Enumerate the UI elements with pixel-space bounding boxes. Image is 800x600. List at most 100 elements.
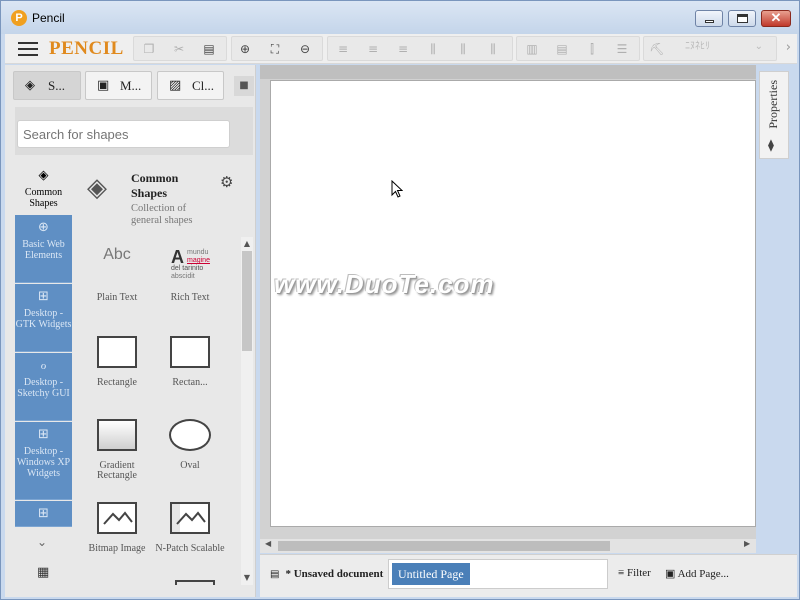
- minimize-button[interactable]: [695, 10, 723, 27]
- zoom-out-icon[interactable]: ⊖: [296, 41, 314, 57]
- shape-rectangle[interactable]: Rectangle: [82, 330, 152, 388]
- tab-shapes-label: S...: [48, 78, 65, 93]
- grid-icon: ⊞: [38, 506, 49, 521]
- category-label: Basic Web Elements: [22, 239, 65, 261]
- shape-n-patch[interactable]: N-Patch Scalable: [155, 496, 225, 554]
- add-page-button[interactable]: ▣ Add Page...: [665, 567, 729, 580]
- edit-group: ❐ ✂ ▤: [133, 36, 227, 61]
- canvas-ruler: [260, 65, 756, 79]
- close-icon: ✕: [770, 10, 782, 25]
- scroll-thumb[interactable]: [242, 251, 252, 351]
- align-bottom-icon[interactable]: ⫼: [484, 41, 502, 57]
- category-label: Common Shapes: [24, 187, 63, 209]
- align-left-icon[interactable]: ≡: [334, 41, 352, 57]
- shapes-scrollbar[interactable]: ▲ ▼: [241, 237, 253, 585]
- shape-rectangle-2[interactable]: Rectan...: [155, 330, 225, 388]
- next-shape-preview: [175, 580, 215, 585]
- globe-icon: ⊕: [38, 220, 49, 235]
- shape-label: Plain Text: [96, 292, 138, 303]
- menu-icon[interactable]: [18, 42, 38, 56]
- shape-label: Bitmap Image: [88, 543, 146, 554]
- fit-icon[interactable]: ⛶: [266, 41, 284, 57]
- rectangle-preview: [97, 336, 137, 368]
- pin-icon[interactable]: ■: [234, 76, 254, 96]
- chevron-down-icon[interactable]: ⌄: [37, 535, 47, 549]
- copy-icon[interactable]: ❐: [140, 41, 158, 57]
- align-top-icon[interactable]: ⫼: [424, 41, 442, 57]
- properties-panel-toggle[interactable]: Properties ⧫: [759, 71, 789, 159]
- shape-label: Oval: [180, 460, 200, 471]
- filter-button[interactable]: ≡ Filter: [618, 567, 651, 579]
- space-horizontal-icon[interactable]: ⫿: [583, 41, 601, 57]
- apps-grid-icon[interactable]: ▦: [37, 565, 49, 580]
- align-right-icon[interactable]: ≡: [394, 41, 412, 57]
- category-label: Desktop - GTK Widgets: [15, 308, 72, 330]
- maximize-icon: [737, 14, 748, 23]
- squiggle-icon: ℴ: [40, 358, 47, 373]
- shape-oval[interactable]: Oval: [155, 413, 225, 471]
- paste-icon[interactable]: ▤: [200, 41, 218, 57]
- page-tabs: Untitled Page: [388, 559, 608, 589]
- select-caret-icon: ⌄: [754, 41, 763, 52]
- shape-plain-text[interactable]: Abc Plain Text: [82, 235, 152, 303]
- hscroll-thumb[interactable]: [278, 541, 610, 551]
- category-sketchy[interactable]: ℴ Desktop - Sketchy GUI: [15, 353, 72, 421]
- shape-gradient-rectangle[interactable]: Gradient Rectangle: [82, 413, 152, 481]
- collection-title: Common Shapes: [131, 171, 179, 200]
- collection-description: Collection of general shapes: [131, 203, 193, 226]
- mountain-icon: [176, 511, 206, 525]
- page-tab-untitled[interactable]: Untitled Page: [392, 563, 470, 585]
- category-windows-xp[interactable]: ⊞ Desktop - Windows XP Widgets: [15, 422, 72, 500]
- shapes-panel: ◈ S... ▣ M... ▨ Cl... ■ ◈ Common Shapes …: [5, 65, 256, 597]
- gradient-rectangle-preview: [97, 419, 137, 451]
- title-bar[interactable]: P Pencil ✕: [1, 1, 799, 34]
- space-vertical-icon[interactable]: ☰: [613, 41, 631, 57]
- toolbar-more-icon[interactable]: ›: [786, 40, 791, 55]
- tab-my-collections-label: M...: [120, 78, 142, 93]
- cut-icon[interactable]: ✂: [170, 41, 188, 57]
- align-middle-icon[interactable]: ⫼: [454, 41, 472, 57]
- gear-icon[interactable]: ⚙: [220, 173, 233, 191]
- format-painter-icon[interactable]: ⛏: [648, 41, 666, 57]
- brand-logo: PENCIL: [49, 38, 124, 59]
- scroll-down-icon[interactable]: ▼: [241, 573, 253, 582]
- filter-icon: ≡: [618, 567, 625, 579]
- search-input[interactable]: [17, 120, 230, 148]
- scroll-up-icon[interactable]: ▲: [241, 239, 253, 248]
- minimize-icon: [705, 20, 714, 23]
- zoom-in-icon[interactable]: ⊕: [236, 41, 254, 57]
- window-title: Pencil: [32, 11, 65, 25]
- shape-label: Gradient Rectangle: [97, 460, 137, 481]
- align-group: ≡ ≡ ≡ ⫼ ⫼ ⫼: [327, 36, 513, 61]
- category-gtk[interactable]: ⊞ Desktop - GTK Widgets: [15, 284, 72, 352]
- sliders-icon: ⧫: [768, 138, 774, 152]
- bitmap-preview: [97, 502, 137, 534]
- drawing-page[interactable]: [270, 80, 756, 527]
- scroll-right-icon[interactable]: ▶: [744, 539, 750, 548]
- canvas-area: www.DuoTe.com: [260, 65, 756, 539]
- pencil-app-icon: P: [11, 10, 27, 26]
- font-select[interactable]: ﾆﾇﾈﾋﾘ ⌄: [681, 38, 771, 55]
- tab-my-collections[interactable]: ▣ M...: [85, 71, 152, 100]
- image-icon: ▨: [169, 78, 182, 93]
- maximize-button[interactable]: [728, 10, 756, 27]
- same-width-icon[interactable]: ▥: [523, 41, 541, 57]
- distribute-group: ▥ ▤ ⫿ ☰: [516, 36, 640, 61]
- shape-rich-text[interactable]: A mundu magine del tarinito abscidit Ric…: [155, 235, 225, 303]
- category-common-shapes[interactable]: ◈ Common Shapes: [15, 163, 72, 213]
- category-more[interactable]: ⊞: [15, 501, 72, 527]
- filter-label: Filter: [626, 567, 651, 579]
- tab-shapes[interactable]: ◈ S...: [13, 71, 81, 100]
- category-basic-web[interactable]: ⊕ Basic Web Elements: [15, 215, 72, 283]
- align-center-icon[interactable]: ≡: [364, 41, 382, 57]
- tab-clipart-label: Cl...: [192, 78, 215, 93]
- tab-clipart[interactable]: ▨ Cl...: [157, 71, 224, 100]
- mountain-icon: [103, 511, 133, 525]
- category-list: ◈ Common Shapes ⊕ Basic Web Elements ⊞ D…: [15, 163, 72, 593]
- scroll-left-icon[interactable]: ◀: [265, 539, 271, 548]
- shape-bitmap-image[interactable]: Bitmap Image: [82, 496, 152, 554]
- close-button[interactable]: ✕: [761, 10, 791, 27]
- same-height-icon[interactable]: ▤: [553, 41, 571, 57]
- font-select-value: ﾆﾇﾈﾋﾘ: [685, 41, 710, 52]
- canvas-horizontal-scrollbar[interactable]: ◀ ▶: [260, 539, 756, 553]
